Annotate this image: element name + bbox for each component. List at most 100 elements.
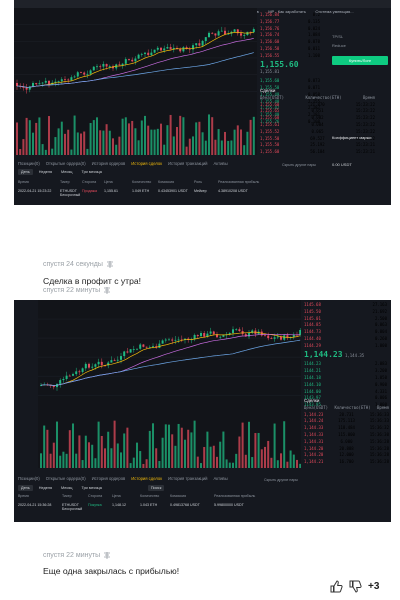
orderbook-row[interactable]: 1,155.60 0.073	[260, 78, 320, 85]
orderbook-row[interactable]: 1144.21 3.200	[304, 368, 387, 375]
trades-title: Сделки	[304, 398, 320, 403]
pin-icon[interactable]	[104, 552, 111, 559]
candle	[142, 344, 145, 347]
orderbook-row[interactable]: 1,156.60 0.070	[260, 39, 320, 46]
volume-bar	[200, 463, 202, 468]
price-cell: 1144.21	[304, 368, 321, 374]
orderbook-row[interactable]: 1144.23 2.083	[304, 361, 387, 368]
candle	[240, 33, 242, 36]
orderbook-row[interactable]: 1,156.55 1.100	[260, 53, 320, 60]
tab-transaction-history[interactable]: История транзакций	[168, 161, 207, 166]
filter-month-button[interactable]: Месяц	[58, 485, 75, 491]
price-cell: 1,155.60	[260, 149, 280, 155]
candle	[65, 375, 68, 379]
candle	[212, 331, 215, 335]
thumbs-down-icon[interactable]	[349, 580, 362, 593]
candle	[70, 77, 73, 81]
orderbook-row[interactable]: 1144.29 1.000	[304, 343, 387, 350]
trade-row[interactable]: 1,144.23 20.731 15:36:33	[304, 412, 389, 419]
candle	[203, 333, 206, 337]
volume-bar	[134, 128, 137, 155]
trade-row[interactable]: 1,144.21 16.700 15:36:28	[304, 459, 389, 466]
trade-row[interactable]: 1,144.31 6.000 15:36:28	[304, 439, 389, 446]
tab-trade-history[interactable]: История сделок	[131, 161, 162, 166]
price-cell: 1,155.50	[260, 142, 280, 148]
candle	[182, 47, 185, 52]
orderbook-row[interactable]: 1144.10 0.900	[304, 382, 387, 389]
search-button[interactable]: Поиск	[147, 485, 165, 491]
tab-positions[interactable]: Позиции(0)	[18, 476, 40, 481]
orderbook-row[interactable]: 1,156.77 0.135	[260, 19, 320, 26]
tab-trade-history[interactable]: История сделок	[131, 476, 162, 481]
tab-transaction-history[interactable]: История транзакций	[168, 476, 207, 481]
orderbook-row[interactable]: 1145.01 2.500	[304, 316, 387, 323]
orderbook-row[interactable]: 1145.68 27.163	[304, 302, 387, 309]
amount-cell: 4.331	[374, 388, 387, 394]
orderbook-row[interactable]: 1144.18 1.050	[304, 375, 387, 382]
tab-order-history[interactable]: История ордеров	[92, 161, 126, 166]
volume-bar	[52, 442, 55, 468]
tab-assets[interactable]: Активы	[214, 161, 228, 166]
price-chart[interactable]	[14, 8, 257, 155]
trade-row[interactable]: 1,144.33 118.484 15:36:32	[304, 425, 389, 432]
volume-bar	[177, 423, 180, 468]
volume-bar	[180, 427, 183, 468]
amount-cell: 20.731	[339, 411, 354, 417]
volume-bar	[124, 117, 127, 155]
filter-week-button[interactable]: Неделя	[36, 169, 55, 175]
volume-bar	[131, 120, 134, 155]
filter-week-button[interactable]: Неделя	[36, 485, 55, 491]
price-cell: 1,144.21	[304, 459, 324, 465]
tab-assets[interactable]: Активы	[214, 476, 228, 481]
tab-open-orders[interactable]: Открытые ордера(0)	[46, 161, 86, 166]
tab-order-history[interactable]: История ордеров	[92, 476, 126, 481]
trade-row[interactable]: 1,144.20 20.888 15:36:28	[304, 446, 389, 453]
price-cell: 1145.50	[304, 308, 321, 314]
volume-bar	[296, 459, 298, 468]
volume-bar	[19, 149, 22, 155]
tab-open-orders[interactable]: Открытые ордера(0)	[46, 476, 86, 481]
volume-bar	[233, 129, 236, 155]
filter-3month-button[interactable]: Три месяца	[78, 169, 104, 175]
candle	[124, 59, 127, 64]
orderbook-row[interactable]: 1144.00 4.331	[304, 389, 387, 396]
orderbook-row[interactable]: 1144.73 0.004	[304, 329, 387, 336]
candle	[196, 334, 199, 337]
filter-3month-button[interactable]: Три месяца	[78, 485, 104, 491]
volume-bar	[214, 139, 217, 155]
candle	[16, 82, 18, 87]
trading-screenshot-1: Заявления о прогр... Рекомендации Ресурс…	[14, 0, 391, 205]
orderbook-row[interactable]: 1144.40 0.260	[304, 336, 387, 343]
pin-icon[interactable]	[106, 261, 113, 268]
trade-row[interactable]: 1,144.24 175.113 15:36:33	[304, 418, 389, 425]
buy-long-button[interactable]: Купить/Лонг	[332, 56, 388, 65]
orderbook-row[interactable]: 1,156.74 1.084	[260, 32, 320, 39]
amount-cell: 21.692	[372, 308, 387, 314]
candle	[233, 29, 236, 32]
orderbook-row[interactable]: 1145.50 21.692	[304, 309, 387, 316]
volume-bar	[88, 442, 90, 468]
trade-row[interactable]: 1,144.20 12.000 15:36:28	[304, 452, 389, 459]
orderbook-row[interactable]: 1,156.76 0.024	[260, 26, 320, 33]
filter-day-button[interactable]: День	[18, 169, 33, 175]
hide-other-pairs[interactable]: Скрыть другие пары	[282, 163, 316, 167]
reduce-checkbox[interactable]: Reduce	[332, 43, 388, 48]
filter-month-button[interactable]: Месяц	[58, 169, 75, 175]
trade-row[interactable]: 1,144.33 115.000 15:36:30	[304, 432, 389, 439]
orderbook-row[interactable]: 1,156.58 0.011	[260, 46, 320, 53]
pin-icon[interactable]	[104, 287, 111, 294]
price-cell: 1,144.31	[304, 438, 324, 444]
thumbs-up-icon[interactable]	[330, 580, 343, 593]
candle	[252, 29, 255, 33]
candle	[110, 360, 113, 363]
filter-day-button[interactable]: День	[18, 485, 33, 491]
orderbook-row[interactable]: 1144.85 0.063	[304, 322, 387, 329]
price-cell: 1,144.24	[304, 418, 324, 424]
hide-other-pairs[interactable]: Скрыть другие пары	[264, 478, 298, 482]
tab-positions[interactable]: Позиции(0)	[18, 161, 40, 166]
tp-sl-checkbox[interactable]: TP/SL	[332, 34, 388, 39]
orderbook-row[interactable]: 1,156.84 0.2	[260, 12, 320, 19]
candle	[81, 368, 84, 372]
amount-cell: 0.073	[307, 78, 320, 84]
price-chart[interactable]	[38, 300, 301, 468]
